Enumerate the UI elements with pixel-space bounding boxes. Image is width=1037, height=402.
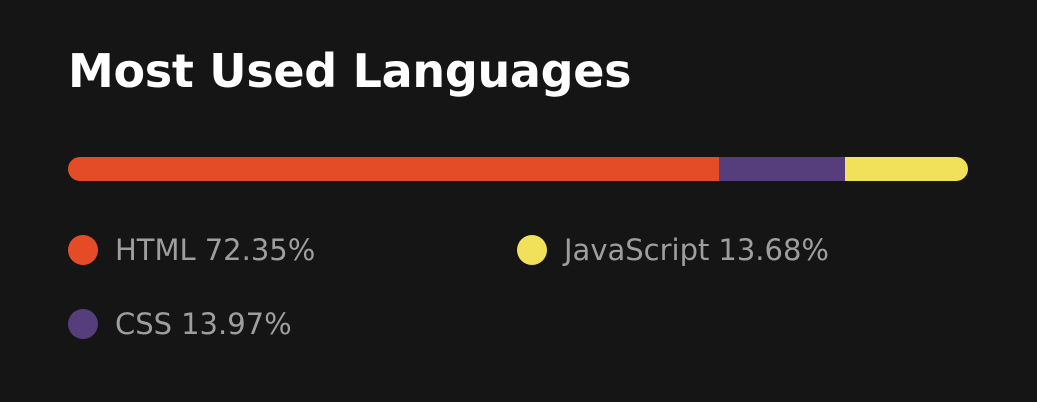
html-color-dot [68,235,98,265]
javascript-color-dot [517,235,547,265]
legend-item-html: HTML 72.35% [68,230,315,270]
css-color-dot [68,309,98,339]
legend-javascript-text: JavaScript 13.68% [564,232,829,267]
legend-html-name: HTML [115,232,196,267]
card-title: Most Used Languages [68,44,632,98]
language-progress-bar [68,157,968,181]
legend-html-percent: 72.35% [204,232,316,267]
legend-css-name: CSS [115,306,173,341]
bar-segment-javascript [844,157,968,181]
legend-item-css: CSS 13.97% [68,304,292,344]
legend-css-percent: 13.97% [181,306,292,341]
bar-segment-css [719,157,845,181]
bar-segment-html [68,157,720,181]
legend-html-text: HTML 72.35% [115,232,316,267]
legend-javascript-name: JavaScript [564,232,710,267]
legend-css-text: CSS 13.97% [115,306,292,341]
language-card: Most Used Languages HTML 72.35% JavaScrip… [0,0,1037,402]
language-legend: HTML 72.35% JavaScript 13.68% CSS 13.97% [68,230,968,350]
legend-javascript-percent: 13.68% [718,232,829,267]
legend-item-javascript: JavaScript 13.68% [517,230,829,270]
